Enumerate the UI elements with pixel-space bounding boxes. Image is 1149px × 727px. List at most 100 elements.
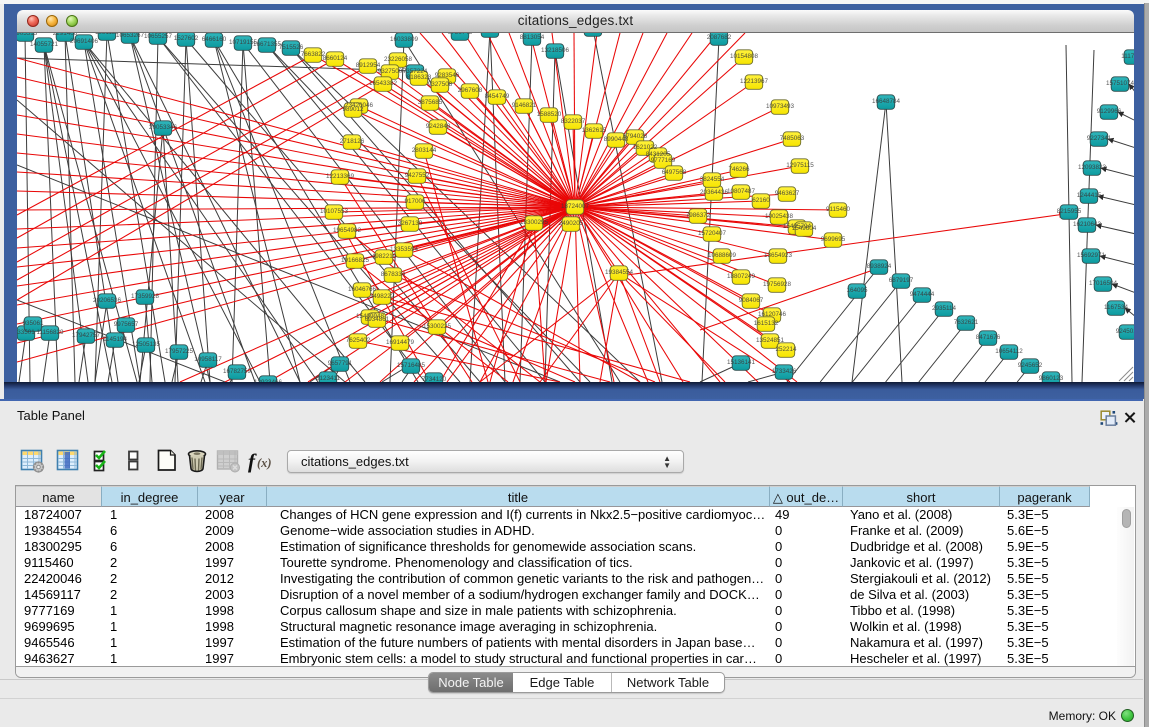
svg-text:1905513: 1905513 <box>17 33 38 37</box>
svg-text:9975657: 9975657 <box>114 321 139 328</box>
svg-text:20691406: 20691406 <box>70 38 99 45</box>
svg-text:9227341: 9227341 <box>1087 135 1112 142</box>
svg-text:12093823: 12093823 <box>1078 164 1107 171</box>
svg-text:15692971: 15692971 <box>1077 252 1106 259</box>
svg-text:1549604: 1549604 <box>792 225 817 232</box>
svg-text:2087682: 2087682 <box>707 34 732 41</box>
svg-text:2803144: 2803144 <box>412 147 437 154</box>
svg-text:8471676: 8471676 <box>976 334 1001 341</box>
svg-text:12213967: 12213967 <box>740 78 769 85</box>
svg-text:9327508: 9327508 <box>428 81 453 88</box>
svg-text:9427552: 9427552 <box>405 172 430 179</box>
svg-text:2490205: 2490205 <box>559 220 584 227</box>
svg-text:1244415: 1244415 <box>1077 192 1102 199</box>
svg-text:10807487: 10807487 <box>727 188 756 195</box>
svg-text:2291406: 2291406 <box>53 33 78 37</box>
svg-text:8813054: 8813054 <box>520 34 545 41</box>
svg-text:7986372: 7986372 <box>686 212 711 219</box>
svg-text:935061: 935061 <box>22 320 44 327</box>
svg-text:8123411: 8123411 <box>316 375 341 382</box>
svg-text:16120746: 16120746 <box>758 311 787 318</box>
svg-text:15300225: 15300225 <box>423 323 452 330</box>
svg-text:20206536: 20206536 <box>93 297 122 304</box>
svg-text:1527602: 1527602 <box>174 35 199 42</box>
svg-text:7485063: 7485063 <box>780 135 805 142</box>
svg-text:164095: 164095 <box>846 287 868 294</box>
svg-text:9327500: 9327500 <box>378 68 403 75</box>
svg-text:10107553: 10107553 <box>320 208 349 215</box>
svg-text:1621022: 1621022 <box>633 144 658 151</box>
svg-text:2935114: 2935114 <box>932 305 957 312</box>
svg-text:9242848: 9242848 <box>426 123 451 130</box>
svg-text:8938924: 8938924 <box>867 263 892 270</box>
svg-text:17942757: 17942757 <box>72 332 101 339</box>
svg-text:(x): (x) <box>257 456 272 470</box>
svg-text:15720407: 15720407 <box>698 230 727 237</box>
svg-text:9129966: 9129966 <box>1097 108 1122 115</box>
svg-text:16648784: 16648784 <box>872 98 901 105</box>
svg-text:10655257: 10655257 <box>144 33 173 40</box>
svg-text:8186328: 8186328 <box>407 74 432 81</box>
svg-text:7625402: 7625402 <box>346 337 371 344</box>
svg-text:6497568: 6497568 <box>662 169 687 176</box>
svg-text:16033809: 16033809 <box>390 36 419 43</box>
svg-text:8322037: 8322037 <box>561 118 586 125</box>
svg-text:62160: 62160 <box>752 197 770 204</box>
svg-text:746266: 746266 <box>728 166 750 173</box>
svg-text:9736745: 9736745 <box>448 33 473 36</box>
svg-text:33501: 33501 <box>17 329 35 336</box>
svg-text:8454749: 8454749 <box>485 93 510 100</box>
svg-text:9245012: 9245012 <box>1116 328 1134 335</box>
svg-text:9245652: 9245652 <box>1018 362 1043 369</box>
svg-text:3267130: 3267130 <box>398 220 423 227</box>
svg-text:252214: 252214 <box>775 346 797 353</box>
svg-text:7515526: 7515526 <box>279 44 304 51</box>
svg-text:7632621: 7632621 <box>954 319 979 326</box>
svg-text:17957225: 17957225 <box>165 348 194 355</box>
svg-text:12505135: 12505135 <box>132 341 161 348</box>
svg-text:9777169: 9777169 <box>651 157 676 164</box>
svg-text:19166825: 19166825 <box>341 257 370 264</box>
svg-text:10154808: 10154808 <box>730 53 759 60</box>
svg-text:20364436: 20364436 <box>700 189 729 196</box>
svg-text:989012: 989012 <box>342 106 364 113</box>
svg-text:3498222: 3498222 <box>370 293 395 300</box>
svg-text:9474444: 9474444 <box>910 291 935 298</box>
svg-text:23226058: 23226058 <box>384 56 413 63</box>
svg-text:9283546: 9283546 <box>435 72 460 79</box>
svg-text:12975115: 12975115 <box>786 162 814 169</box>
svg-text:16782759: 16782759 <box>223 368 252 375</box>
svg-text:10653267: 10653267 <box>116 33 145 39</box>
svg-text:15136141: 15136141 <box>727 359 756 366</box>
svg-text:3875685: 3875685 <box>418 99 443 106</box>
svg-text:18807249: 18807249 <box>727 273 756 280</box>
svg-text:13353594: 13353594 <box>390 246 419 253</box>
svg-text:1588520: 1588520 <box>537 111 562 118</box>
svg-text:10958117: 10958117 <box>194 356 222 363</box>
svg-text:18724007: 18724007 <box>561 203 590 210</box>
svg-text:10973493: 10973493 <box>766 103 795 110</box>
svg-text:15716485: 15716485 <box>397 362 426 369</box>
svg-text:19654982: 19654982 <box>333 227 362 234</box>
svg-text:4982210: 4982210 <box>372 253 397 260</box>
svg-text:12923466: 12923466 <box>254 379 283 382</box>
svg-text:15751074: 15751074 <box>1106 80 1134 87</box>
svg-text:1362615: 1362615 <box>582 127 607 134</box>
svg-text:8215955: 8215955 <box>1057 208 1082 215</box>
svg-text:20053346: 20053346 <box>149 124 178 131</box>
svg-text:17016504: 17016504 <box>1089 280 1118 287</box>
svg-text:6466160: 6466160 <box>202 36 227 43</box>
svg-text:9146821: 9146821 <box>512 102 537 109</box>
svg-text:10654112: 10654112 <box>995 348 1023 355</box>
svg-text:17359928: 17359928 <box>131 293 160 300</box>
svg-text:1145194: 1145194 <box>103 336 128 343</box>
svg-text:9657791: 9657791 <box>328 360 353 367</box>
svg-text:9463627: 9463627 <box>775 190 800 197</box>
svg-text:10025438: 10025438 <box>765 213 794 220</box>
svg-text:917006: 917006 <box>404 198 426 205</box>
svg-text:16671355: 16671355 <box>253 41 282 48</box>
svg-text:13524851: 13524851 <box>756 337 785 344</box>
svg-text:13654923: 13654923 <box>764 252 793 259</box>
svg-text:14055721: 14055721 <box>30 41 59 48</box>
svg-text:8678334: 8678334 <box>381 271 406 278</box>
